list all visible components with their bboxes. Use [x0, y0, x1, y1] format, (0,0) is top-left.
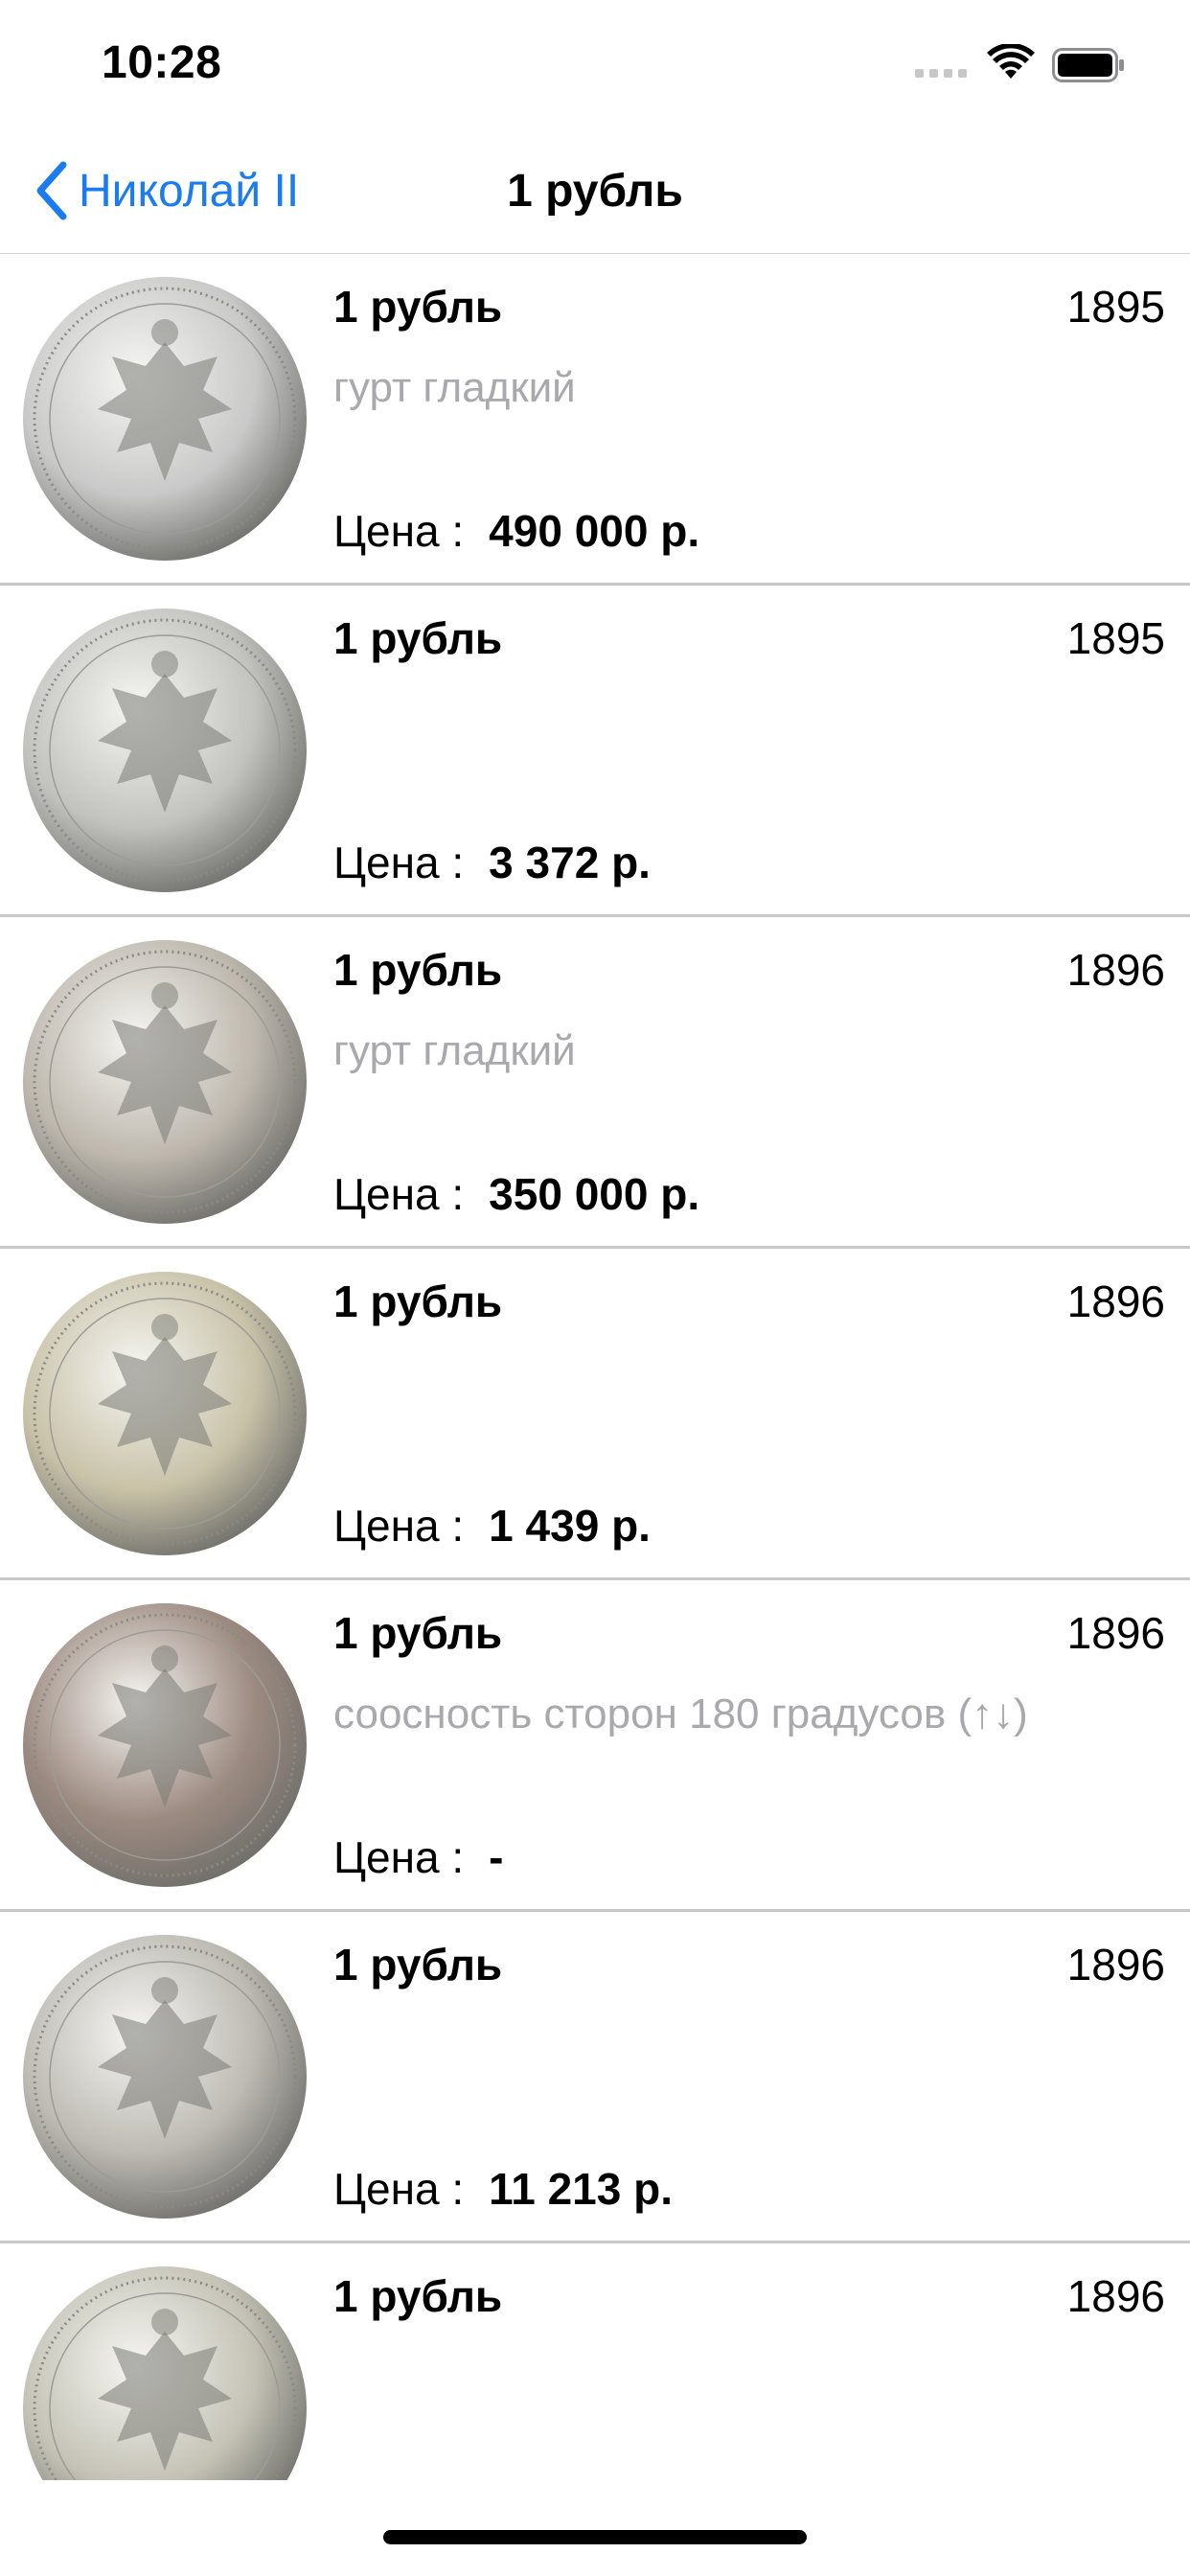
coin-image [21, 938, 309, 1226]
page-title: 1 рубль [507, 166, 683, 217]
list-item[interactable]: 1 рубль 1896 Цена : 11 213 р. [0, 1912, 1190, 2243]
coin-icon [23, 1935, 307, 2219]
coin-year: 1896 [1066, 1940, 1165, 1990]
coin-year: 1896 [1066, 1608, 1165, 1658]
coin-list: 1 рубль 1895 гурт гладкий Цена : 490 000… [0, 254, 1190, 2480]
coin-name: 1 рубль [333, 613, 503, 663]
coin-year: 1895 [1066, 282, 1165, 332]
coin-image [21, 1270, 309, 1557]
coin-name: 1 рубль [333, 945, 503, 995]
coin-price: Цена : 11 213 р. [333, 2163, 673, 2215]
price-value: 490 000 р. [489, 506, 700, 556]
list-item[interactable]: 1 рубль 1896 соосность сторон 180 градус… [0, 1580, 1190, 1912]
coin-image [21, 1601, 309, 1889]
coin-price: Цена : - [333, 1831, 504, 1883]
coin-icon [23, 609, 307, 892]
cellular-signal-icon [915, 69, 967, 78]
coin-icon [23, 940, 307, 1224]
coin-icon [23, 277, 307, 561]
coin-image [21, 607, 309, 894]
price-value: 3 372 р. [489, 838, 651, 887]
coin-description: соосность сторон 180 градусов (↑↓) [333, 1690, 1028, 1737]
price-label: Цена : [333, 838, 465, 887]
coin-name: 1 рубль [333, 1940, 503, 1990]
coin-image [21, 1933, 309, 2220]
coin-description: гурт гладкий [333, 1027, 576, 1074]
battery-icon [1052, 48, 1124, 82]
price-label: Цена : [333, 1832, 465, 1882]
coin-name: 1 рубль [333, 1608, 503, 1658]
coin-name: 1 рубль [333, 2271, 503, 2321]
coin-name: 1 рубль [333, 282, 503, 332]
list-item[interactable]: 1 рубль 1896 гурт гладкий Цена : 350 000… [0, 917, 1190, 1249]
coin-price: Цена : 3 372 р. [333, 837, 651, 888]
navigation-bar: Николай II 1 рубль [0, 126, 1190, 255]
coin-price: Цена : 350 000 р. [333, 1168, 699, 1220]
price-label: Цена : [333, 1501, 465, 1551]
price-value: 11 213 р. [489, 2164, 673, 2214]
list-item[interactable]: 1 рубль 1896 Цена : 1 439 р. [0, 1249, 1190, 1580]
price-label: Цена : [333, 1169, 465, 1219]
coin-icon [23, 2266, 307, 2480]
coin-icon [23, 1272, 307, 1555]
list-item[interactable]: 1 рубль 1895 гурт гладкий Цена : 490 000… [0, 254, 1190, 586]
coin-price: Цена : 490 000 р. [333, 505, 699, 557]
price-label: Цена : [333, 2164, 465, 2214]
coin-image [21, 275, 309, 563]
list-item[interactable]: 1 рубль 1895 Цена : 3 372 р. [0, 586, 1190, 917]
coin-description: гурт гладкий [333, 364, 576, 411]
price-value: - [489, 1832, 504, 1882]
price-value: 350 000 р. [489, 1169, 700, 1219]
coin-year: 1896 [1066, 1276, 1165, 1326]
status-time: 10:28 [102, 37, 222, 88]
status-bar: 10:28 [0, 0, 1190, 126]
coin-name: 1 рубль [333, 1276, 503, 1326]
coin-year: 1896 [1066, 2271, 1165, 2321]
coin-year: 1896 [1066, 945, 1165, 995]
price-label: Цена : [333, 506, 465, 556]
wifi-icon [987, 44, 1035, 79]
price-value: 1 439 р. [489, 1501, 651, 1551]
screen: 10:28 Николай II 1 рубль 1 рубль 1895 гу… [0, 0, 1190, 2576]
coin-year: 1895 [1066, 613, 1165, 663]
list-item[interactable]: 1 рубль 1896 Цена : [0, 2243, 1190, 2480]
coin-icon [23, 1603, 307, 1887]
coin-image [21, 2265, 309, 2480]
coin-price: Цена : 1 439 р. [333, 1500, 651, 1552]
home-indicator[interactable] [383, 2530, 807, 2544]
